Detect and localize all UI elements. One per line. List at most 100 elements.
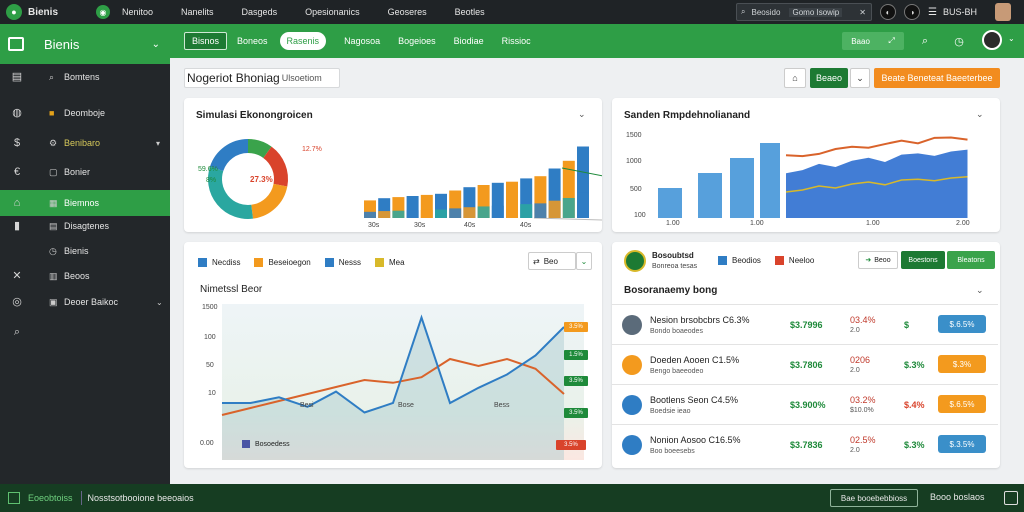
sidebar-item-beoos[interactable]: ✕ ▥ Beoos: [0, 263, 170, 289]
close-icon[interactable]: ✕: [859, 8, 866, 17]
orange-action-button[interactable]: Beate Beneteat Baeeterbee: [874, 68, 1000, 88]
sidebar-title: Bienis: [44, 36, 80, 52]
footer: Eoeobtoiss Nosstsotbooione beeoaios Bae …: [0, 484, 1024, 512]
tab-boneos[interactable]: Boneos: [237, 36, 268, 46]
chevron-down-icon[interactable]: ⌄: [976, 285, 984, 296]
sidebar-item-benibaro[interactable]: $ ⚙ Benibaro ▾: [0, 130, 170, 156]
tab-rissioc[interactable]: Rissioc: [502, 36, 531, 46]
footer-right[interactable]: Booo boslaos: [930, 492, 985, 502]
sidebar-item-label: Bonier: [64, 167, 91, 177]
bar-segment: [520, 204, 533, 218]
home-icon[interactable]: ⌂: [784, 68, 806, 88]
sidebar-item-deomboje[interactable]: ◍ ■ Deomboje: [0, 100, 170, 126]
search-icon[interactable]: ⌕: [914, 32, 936, 50]
apps-icon[interactable]: ◑: [904, 4, 920, 20]
sidebar-item-deoer-baikoc[interactable]: ◎ ▣ Deoer Baikoc ⌄: [0, 289, 170, 315]
chevron-down-icon[interactable]: ⌄: [156, 298, 163, 307]
sidebar-item-disagtenes[interactable]: ▮ ▤ Disagtenes: [0, 213, 170, 239]
card2-chart-svg: [658, 136, 968, 218]
sidebar-item-bomtens[interactable]: ▤ ⌕ Bomtens: [0, 64, 170, 90]
search-icon: ⌕: [49, 71, 55, 82]
primary-button[interactable]: Bleatons: [947, 251, 995, 269]
list-icon: ▤: [49, 220, 58, 231]
top-menu-item[interactable]: Nenitoo: [122, 7, 153, 17]
clock-icon: ◷: [49, 245, 57, 256]
notification-icon[interactable]: ◐: [880, 4, 896, 20]
grid-icon[interactable]: [8, 492, 20, 504]
search-icon: ⌕: [741, 7, 746, 16]
row-action-button[interactable]: $.6.5%: [938, 395, 986, 413]
bar-segment: [449, 208, 462, 218]
donut-center-label: 27.3%: [250, 175, 273, 184]
donut-label: 8%: [206, 177, 217, 184]
bar-segment: [534, 203, 547, 218]
subbar-action-button[interactable]: Baao ⤢: [842, 32, 904, 50]
legend-item[interactable]: Neeloo: [774, 256, 814, 265]
legend-swatch: [774, 256, 784, 265]
row-change-sub: 2.0: [850, 367, 860, 374]
bar-segment: [378, 211, 391, 218]
sidebar-header[interactable]: Bienis ⌄: [0, 24, 170, 64]
primary-button[interactable]: Beaeo: [810, 68, 848, 88]
footer-left[interactable]: Eoeobtoiss: [28, 493, 73, 503]
search-tag[interactable]: Gomo Isowip: [789, 7, 843, 17]
top-menu-item[interactable]: Dasgeds: [242, 7, 278, 17]
chevron-down-icon[interactable]: ⌄: [850, 68, 870, 88]
filter-button[interactable]: ➜ Beoo: [858, 251, 898, 269]
row-action-button[interactable]: $.3.5%: [938, 435, 986, 453]
avatar[interactable]: [994, 3, 1011, 21]
gear-icon: ⚙: [49, 137, 58, 148]
app-brand: Bienis: [28, 6, 59, 18]
bar-segment: [364, 211, 376, 218]
tab-bogeioes[interactable]: Bogeioes: [398, 36, 436, 46]
menu-icon[interactable]: ☰: [928, 7, 937, 18]
top-right-tools: ◐ ◑ ☰ BUS-BH: [880, 3, 1011, 21]
footer-button[interactable]: Bae booebebbioss: [830, 489, 918, 507]
bar-segment: [562, 197, 575, 218]
footer-middle: Nosstsotbooione beeoaios: [87, 493, 194, 503]
table-row[interactable]: Nesion brsobcbrs C6.3% Bondo boaeodes $3.7…: [612, 304, 998, 344]
value-tag: 1.5%: [564, 350, 588, 360]
search-input[interactable]: ⌕ Beosido Gomo Isowip ✕: [736, 3, 872, 21]
row-change-sub: 2.0: [850, 447, 860, 454]
dollar-icon: $: [13, 137, 21, 149]
top-menu-item[interactable]: Geoseres: [388, 7, 427, 17]
row-change-sub: 2.0: [850, 327, 860, 334]
head-label: Bosoubtsd: [652, 251, 694, 260]
legend-item[interactable]: Beodios: [718, 256, 761, 265]
row-value: $3.7996: [790, 320, 823, 330]
top-menu-item[interactable]: Beotles: [455, 7, 485, 17]
card-ranking: Bosoubtsd Bonreoa tesas Beodios Neeloo ➜…: [612, 242, 1000, 468]
card3-chart-svg: [221, 304, 584, 460]
clock-icon[interactable]: ◷: [948, 32, 970, 50]
sidebar-item-search[interactable]: ⌕: [0, 319, 170, 345]
row-action-button[interactable]: $.6.5%: [938, 315, 986, 333]
chevron-down-icon[interactable]: ⌄: [152, 39, 160, 50]
row-value: $3.900%: [790, 400, 826, 410]
chevron-down-icon[interactable]: ▾: [156, 139, 160, 148]
sidebar-item-bonier[interactable]: € ▢ Bonier: [0, 159, 170, 185]
top-menu-item[interactable]: Opesionanics: [305, 7, 360, 17]
sidebar-item-bienis[interactable]: ◷ Bienis: [0, 238, 170, 264]
top-menu-item[interactable]: Nanelits: [181, 7, 214, 17]
window-icon[interactable]: [1004, 491, 1018, 505]
avatar[interactable]: [982, 30, 1002, 50]
tab-bisnos[interactable]: Bisnos: [184, 32, 228, 50]
chevron-down-icon[interactable]: ⌄: [1008, 34, 1015, 43]
table-row[interactable]: Nonion Aosoo C16.5% Boo boeesebs $3.7836 02…: [612, 424, 998, 464]
secondary-button[interactable]: Boestons: [901, 251, 945, 269]
search-placeholder: Beosido: [751, 7, 781, 17]
tab-biodiae[interactable]: Biodiae: [454, 36, 484, 46]
tab-nagosoa[interactable]: Nagosoa: [344, 36, 380, 46]
x-tick: Bose: [398, 402, 414, 409]
user-name[interactable]: BUS-BH: [943, 7, 977, 17]
table-row[interactable]: Bootlens Seon C4.5% Boedsie ieao $3.900% 03…: [612, 384, 998, 424]
globe-icon[interactable]: ◉: [96, 5, 110, 19]
legend-swatch: [242, 440, 250, 448]
row-action-button[interactable]: $.3%: [938, 355, 986, 373]
sidebar-item-label: Benibaro: [64, 138, 101, 148]
tab-rasenis[interactable]: Rasenis: [279, 32, 327, 50]
app-logo-icon[interactable]: ●: [6, 4, 22, 20]
row-delta: $.3%: [904, 360, 925, 370]
table-row[interactable]: Doeden Aooen C1.5% Bengo baeeodeo $3.7806 0…: [612, 344, 998, 384]
